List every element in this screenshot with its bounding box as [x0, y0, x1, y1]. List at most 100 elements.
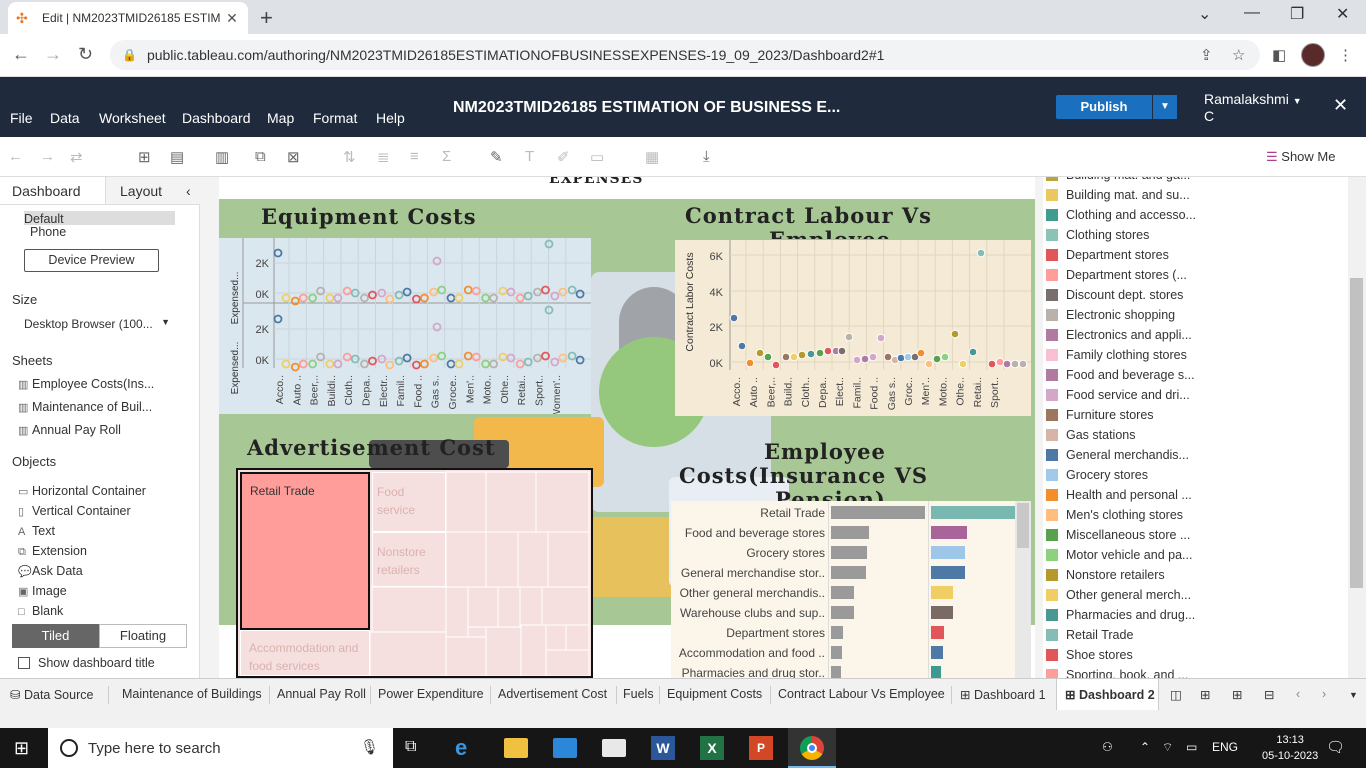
microphone-icon[interactable]: 🎙 [360, 738, 379, 756]
collapse-panel-icon[interactable]: ‹ [186, 183, 191, 199]
device-default-option[interactable]: Default [24, 211, 175, 226]
tab-data-source[interactable]: ⛁ Data Source [10, 687, 93, 702]
data-point[interactable] [463, 285, 473, 295]
data-point[interactable] [385, 294, 395, 304]
device-preview-button[interactable]: Device Preview [24, 249, 159, 272]
object-image[interactable]: ▣ Image [18, 584, 67, 598]
data-point[interactable] [437, 351, 447, 361]
tab-fuels[interactable]: Fuels [623, 687, 654, 701]
edge-icon[interactable]: e [455, 736, 479, 760]
bar-row[interactable]: Food and beverage stores [671, 523, 1015, 543]
data-point[interactable] [575, 355, 585, 365]
legend-item[interactable]: Pharmacies and drug... [1046, 608, 1195, 622]
bar-row[interactable]: Other general merchandis.. [671, 583, 1015, 603]
floating-toggle[interactable]: Floating [99, 624, 187, 648]
powerpoint-icon[interactable]: P [749, 736, 773, 760]
data-point[interactable] [515, 293, 525, 303]
browser-tab[interactable]: ✣ Edit | NM2023TMID26185 ESTIM ✕ [8, 2, 248, 34]
insurance-bar[interactable] [831, 666, 841, 678]
data-point[interactable] [987, 359, 997, 369]
tabs-menu-icon[interactable]: ▼ [1349, 690, 1358, 700]
data-point[interactable] [806, 349, 816, 359]
url-field[interactable]: 🔒 public.tableau.com/authoring/NM2023TMI… [110, 40, 1260, 70]
data-point[interactable] [558, 353, 568, 363]
file-explorer-icon[interactable] [504, 738, 528, 758]
data-point[interactable] [429, 353, 439, 363]
data-point[interactable] [550, 291, 560, 301]
pension-bar[interactable] [931, 506, 1015, 519]
tab-dashboard[interactable]: Dashboard [0, 177, 105, 205]
data-point[interactable] [419, 359, 429, 369]
undo-icon[interactable]: ← [8, 148, 23, 165]
data-point[interactable] [541, 351, 550, 361]
new-worksheet-icon[interactable]: ⊞ [138, 148, 151, 166]
pension-bar[interactable] [931, 566, 965, 579]
data-point[interactable] [411, 360, 421, 370]
menu-dashboard[interactable]: Dashboard [182, 110, 251, 126]
bar-row[interactable]: Warehouse clubs and sup.. [671, 603, 1015, 623]
data-point[interactable] [273, 314, 283, 324]
swap-icon[interactable]: ⇅ [343, 148, 356, 166]
sheet-item[interactable]: ▥ Maintenance of Buil... [18, 400, 152, 414]
data-point[interactable] [797, 350, 807, 360]
data-point[interactable] [429, 287, 439, 297]
data-point[interactable] [533, 287, 542, 297]
data-point[interactable] [737, 341, 747, 351]
legend-item[interactable]: Grocery stores [1046, 468, 1148, 482]
data-point[interactable] [290, 362, 300, 372]
task-view-icon[interactable]: ⧉ [405, 738, 416, 756]
fit-icon[interactable]: ▭ [590, 148, 604, 166]
data-point[interactable] [995, 357, 1005, 367]
employee-costs-chart[interactable]: Retail Trade Food and beverage stores Groc… [671, 501, 1031, 678]
pension-bar[interactable] [931, 646, 943, 659]
publish-dropdown-icon[interactable]: ▼ [1153, 95, 1177, 119]
legend-item[interactable]: Food and beverage s... [1046, 368, 1195, 382]
data-point[interactable] [729, 313, 739, 323]
data-point[interactable] [325, 293, 335, 303]
data-point[interactable] [446, 293, 456, 303]
data-point[interactable] [789, 352, 799, 362]
bar-row[interactable]: Pharmacies and drug stor.. [671, 663, 1015, 678]
data-point[interactable] [506, 287, 516, 297]
size-dropdown[interactable]: Desktop Browser (100... ▼ [24, 317, 174, 333]
data-point[interactable] [958, 359, 968, 369]
data-point[interactable] [333, 359, 343, 369]
tab-annual-pay-roll[interactable]: Annual Pay Roll [277, 687, 366, 701]
bar-row[interactable]: General merchandise stor.. [671, 563, 1015, 583]
save-icon[interactable]: ▤ [170, 148, 184, 166]
pension-bar[interactable] [931, 666, 941, 678]
sheet-item[interactable]: ▥ Annual Pay Roll [18, 423, 121, 437]
new-worksheet-tab-icon[interactable]: ⊞ [1200, 687, 1210, 702]
legend-item[interactable]: Sporting, book, and ... [1046, 668, 1188, 678]
insurance-bar[interactable] [831, 646, 842, 659]
pension-bar[interactable] [931, 546, 965, 559]
pension-bar[interactable] [931, 626, 944, 639]
bookmark-star-icon[interactable]: ☆ [1232, 46, 1245, 64]
show-title-checkbox[interactable]: Show dashboard title [18, 656, 155, 670]
data-point[interactable] [860, 354, 870, 364]
share-icon[interactable]: ⇪ [1200, 46, 1213, 64]
tab-dashboard-2[interactable]: ⊞ Dashboard 2 [1056, 679, 1159, 711]
object-ask-data[interactable]: 💬Ask Data [18, 564, 83, 578]
data-point[interactable] [481, 293, 491, 303]
pension-bar[interactable] [931, 586, 953, 599]
advertisement-treemap[interactable]: Retail Trade Food service Nonstore retai… [236, 468, 593, 678]
minimize-icon[interactable]: — [1244, 4, 1260, 22]
data-point[interactable] [968, 347, 978, 357]
data-point[interactable] [745, 358, 755, 368]
page-scrollbar-thumb[interactable] [1350, 278, 1363, 588]
sort-asc-icon[interactable]: ≣ [377, 148, 390, 166]
data-point[interactable] [932, 354, 942, 364]
legend-item[interactable]: Health and personal ... [1046, 488, 1192, 502]
data-point[interactable] [852, 355, 862, 365]
show-cards-icon[interactable]: ▦ [645, 148, 659, 166]
data-point[interactable] [755, 348, 765, 358]
totals-icon[interactable]: Σ [442, 148, 451, 165]
legend-item[interactable]: Food service and dri... [1046, 388, 1190, 402]
legend-item[interactable]: Gas stations [1046, 428, 1135, 442]
legend-item[interactable]: Electronics and appli... [1046, 328, 1192, 342]
bar-row[interactable]: Department stores [671, 623, 1015, 643]
data-point[interactable] [950, 329, 960, 339]
tab-contract-labour-vs-employee[interactable]: Contract Labour Vs Employee [778, 687, 945, 701]
data-point[interactable] [868, 352, 878, 362]
